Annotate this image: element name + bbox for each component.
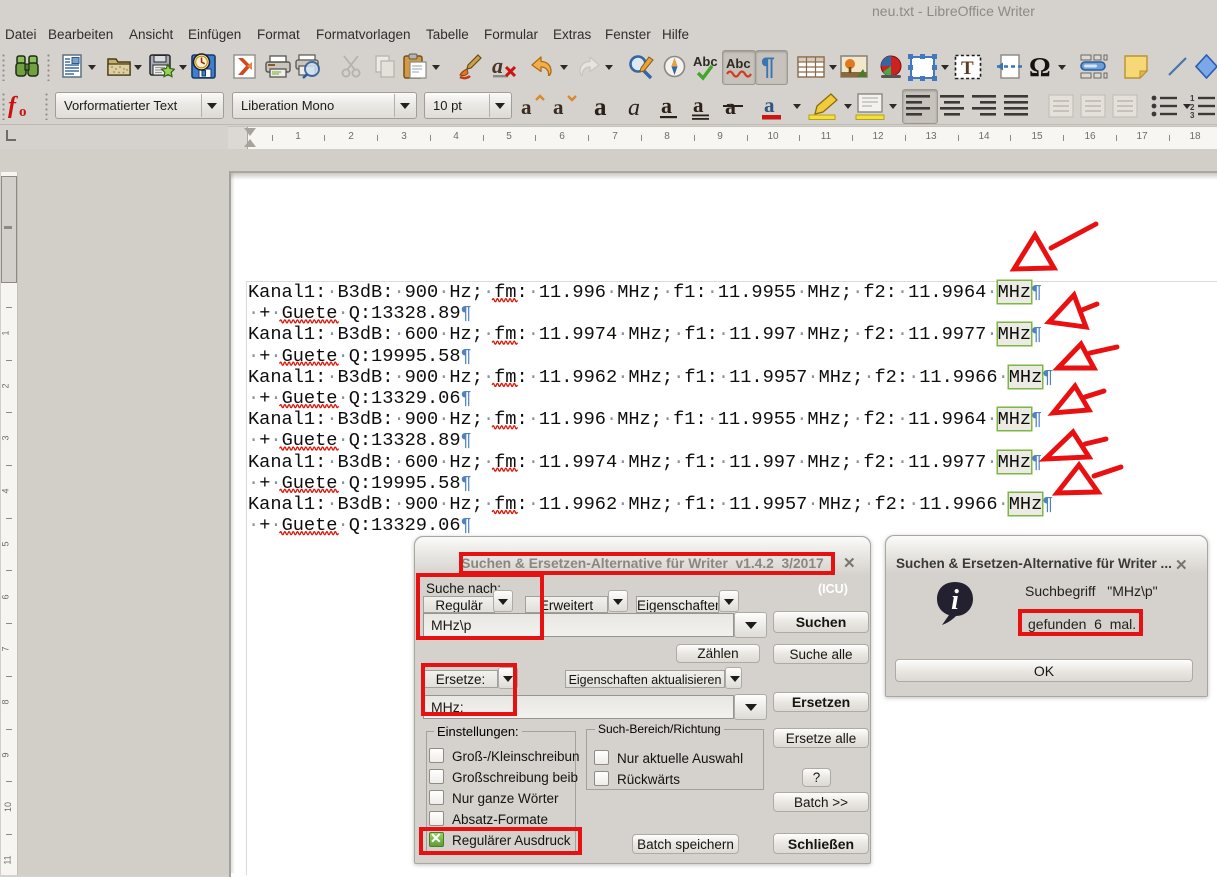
svg-text:i: i [951, 585, 959, 616]
